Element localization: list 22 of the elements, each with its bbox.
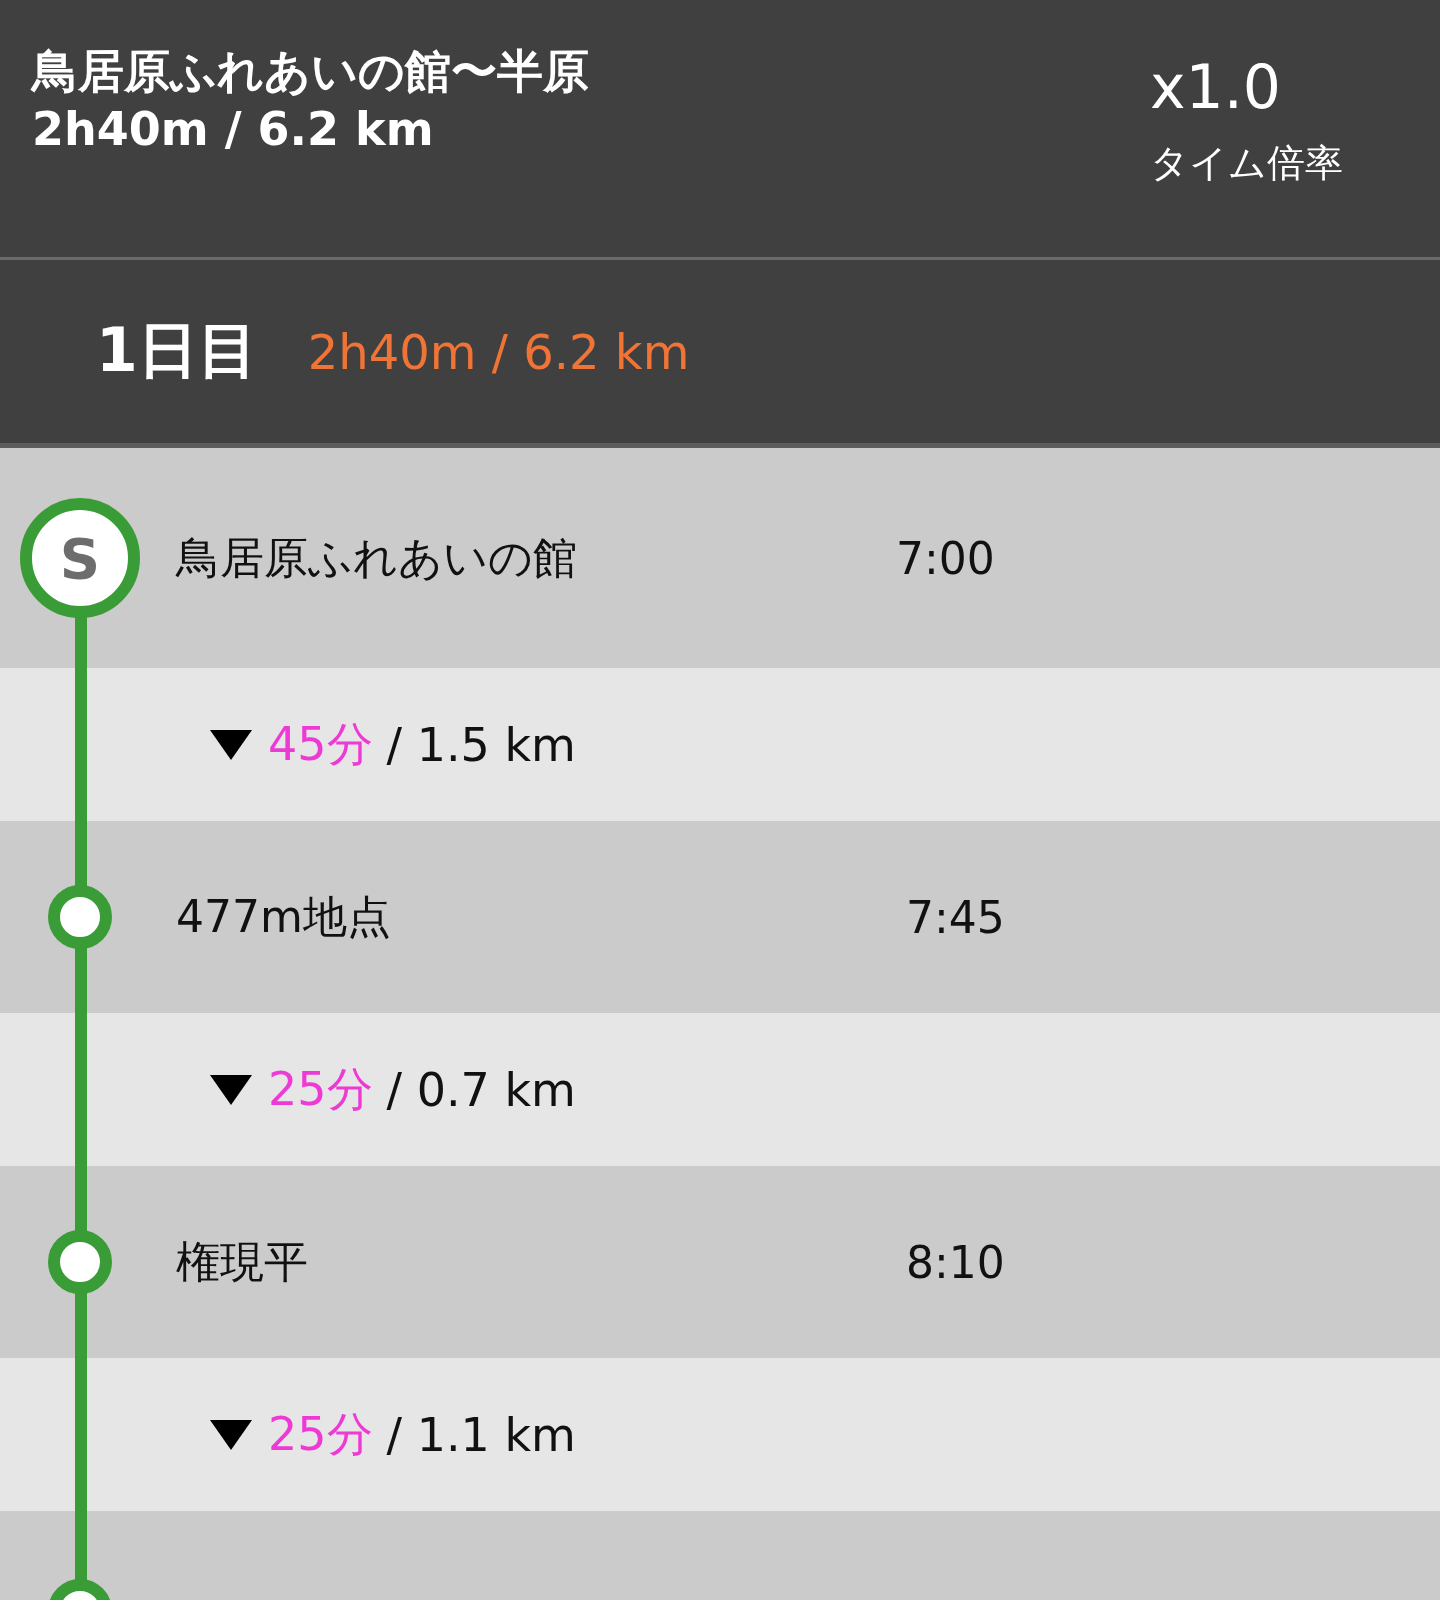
segment-distance: / 1.5 km [386, 717, 576, 772]
stop-row[interactable]: 権現平 8:10 [0, 1166, 1440, 1358]
day-label: 1日目 [96, 314, 258, 387]
stop-time: 8:10 [906, 1236, 1005, 1288]
time-multiplier[interactable]: x1.0 [1150, 42, 1281, 132]
day-summary: 2h40m / 6.2 km [307, 323, 690, 380]
stop-time: 7:45 [906, 891, 1005, 943]
segment-duration: 45分 [268, 715, 373, 773]
stop-name: 権現平 [175, 1234, 309, 1289]
stop-name: 鳥居原ふれあいの館 [174, 530, 578, 585]
stop-name: 477m地点 [175, 889, 392, 944]
route-summary: 2h40m / 6.2 km [32, 101, 435, 158]
segment-distance: / 1.1 km [386, 1407, 576, 1462]
stop-row[interactable]: 477m地点 7:45 [0, 821, 1440, 1013]
stop-time: 7:00 [896, 532, 995, 584]
segment-duration: 25分 [268, 1060, 373, 1118]
multiplier-label: タイム倍率 [1150, 140, 1343, 187]
segment-duration: 25分 [268, 1405, 373, 1463]
stop-row[interactable]: S 鳥居原ふれあいの館 7:00 [0, 448, 1440, 668]
segment-distance: / 0.7 km [386, 1062, 576, 1117]
route-title: 鳥居原ふれあいの館〜半原 [32, 43, 589, 100]
start-letter: S [59, 525, 101, 591]
